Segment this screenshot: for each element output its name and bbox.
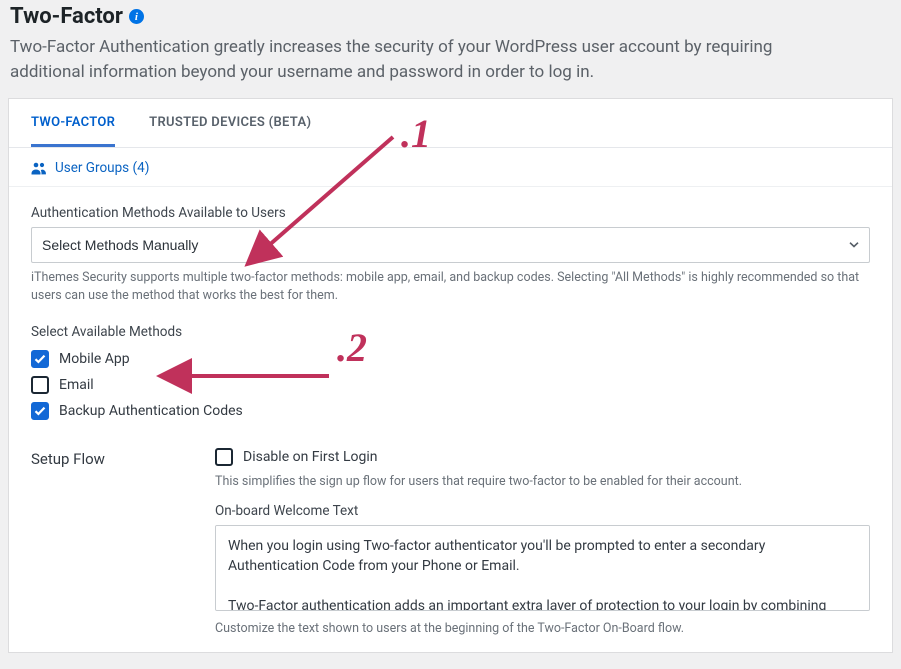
page-title: Two-Factor — [10, 4, 123, 29]
users-icon — [31, 161, 47, 175]
user-groups-label: User Groups (4) — [55, 160, 149, 176]
settings-card: TWO-FACTOR TRUSTED DEVICES (BETA) User G… — [8, 98, 893, 652]
tabs-bar: TWO-FACTOR TRUSTED DEVICES (BETA) — [9, 99, 892, 148]
auth-methods-label: Authentication Methods Available to User… — [31, 205, 870, 221]
tab-two-factor[interactable]: TWO-FACTOR — [31, 99, 115, 147]
method-label: Email — [59, 377, 94, 393]
method-row-email: Email — [31, 376, 870, 394]
setup-flow-heading: Setup Flow — [31, 448, 191, 636]
auth-methods-select[interactable]: Select Methods Manually — [31, 227, 870, 263]
disable-first-login-helper: This simplifies the sign up flow for use… — [215, 474, 870, 489]
method-label: Backup Authentication Codes — [59, 403, 243, 419]
tab-trusted-devices[interactable]: TRUSTED DEVICES (BETA) — [149, 99, 311, 147]
checkbox-disable-first-login[interactable] — [215, 448, 233, 466]
disable-first-login-label: Disable on First Login — [243, 449, 377, 465]
available-methods-label: Select Available Methods — [31, 324, 870, 340]
onboard-welcome-textarea[interactable] — [215, 525, 870, 611]
disable-first-login-row: Disable on First Login — [215, 448, 870, 466]
method-row-backup-codes: Backup Authentication Codes — [31, 402, 870, 420]
onboard-text-label: On-board Welcome Text — [215, 503, 870, 519]
page-description: Two-Factor Authentication greatly increa… — [8, 33, 828, 98]
info-icon[interactable]: i — [129, 9, 144, 24]
checkbox-email[interactable] — [31, 376, 49, 394]
onboard-text-helper: Customize the text shown to users at the… — [215, 621, 870, 636]
user-groups-link[interactable]: User Groups (4) — [9, 148, 892, 187]
method-row-mobile-app: Mobile App — [31, 350, 870, 368]
auth-methods-helper: iThemes Security supports multiple two-f… — [31, 269, 870, 305]
checkbox-mobile-app[interactable] — [31, 350, 49, 368]
method-label: Mobile App — [59, 351, 130, 367]
checkbox-backup-codes[interactable] — [31, 402, 49, 420]
